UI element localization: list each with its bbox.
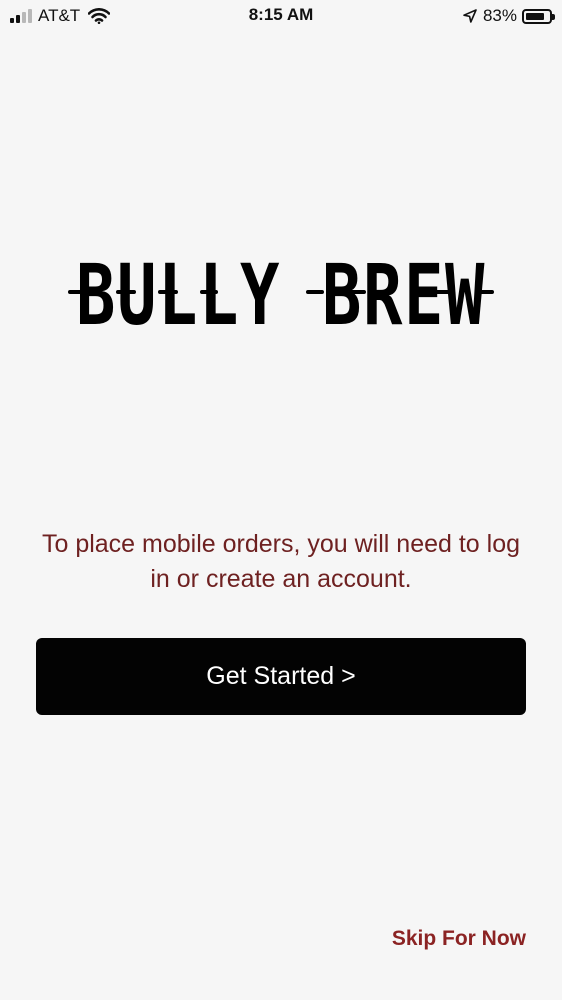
battery-icon bbox=[522, 8, 555, 24]
get-started-button[interactable]: Get Started > bbox=[36, 638, 526, 715]
status-right: 83% bbox=[463, 6, 555, 26]
status-bar: AT&T 8:15 AM 83% bbox=[0, 0, 562, 34]
brand-logo-wordmark: BULLY BREW bbox=[68, 246, 494, 344]
login-prompt-message: To place mobile orders, you will need to… bbox=[41, 530, 521, 593]
brand-logo: BULLY BREW bbox=[0, 228, 562, 348]
skip-for-now-link[interactable]: Skip For Now bbox=[392, 927, 526, 951]
brand-logo-text: BULLY BREW bbox=[76, 246, 486, 344]
battery-percent: 83% bbox=[482, 6, 517, 25]
location-arrow-icon bbox=[463, 9, 477, 23]
